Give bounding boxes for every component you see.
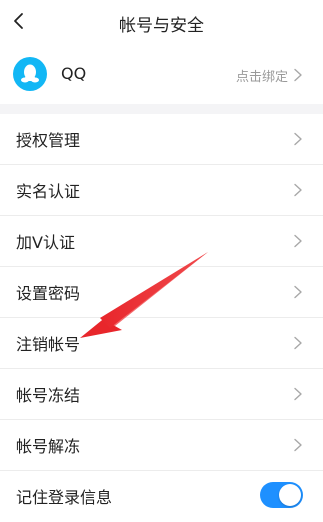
chevron-right-icon — [294, 132, 302, 146]
list-item-set-password[interactable]: 设置密码 — [0, 267, 323, 318]
security-settings-list: 授权管理 实名认证 加V认证 设置密码 注销帐号 帐号冻结 帐号解冻 记住登录信… — [0, 114, 323, 522]
chevron-right-icon — [294, 183, 302, 197]
list-item-authorization[interactable]: 授权管理 — [0, 114, 323, 165]
list-item-v-verification[interactable]: 加V认证 — [0, 216, 323, 267]
chevron-right-icon — [294, 438, 302, 452]
list-item-remember-login: 记住登录信息 — [0, 471, 323, 522]
list-item-label: 授权管理 — [16, 131, 81, 150]
header-bar: 帐号与安全 — [0, 0, 323, 44]
list-item-cancel-account[interactable]: 注销帐号 — [0, 318, 323, 369]
toggle-knob — [279, 484, 301, 506]
remember-login-toggle[interactable] — [260, 482, 303, 508]
bind-hint-text: 点击绑定 — [235, 70, 288, 85]
list-item-label: 实名认证 — [16, 182, 81, 201]
account-security-page: 帐号与安全 QQ 点击绑定 授权管理 实名认证 加V认证 设置密码 注销帐号 帐… — [0, 0, 323, 522]
list-item-label: 记住登录信息 — [16, 488, 113, 507]
qq-penguin-icon — [21, 64, 39, 83]
list-item-label: 帐号解冻 — [16, 437, 81, 456]
qq-account-label: QQ — [61, 64, 87, 83]
chevron-right-icon — [294, 234, 302, 248]
list-item-unfreeze-account[interactable]: 帐号解冻 — [0, 420, 323, 471]
chevron-left-icon — [14, 13, 23, 29]
list-item-real-name[interactable]: 实名认证 — [0, 165, 323, 216]
list-item-label: 加V认证 — [16, 233, 75, 252]
section-divider — [0, 104, 323, 114]
list-item-label: 设置密码 — [16, 284, 81, 303]
list-item-freeze-account[interactable]: 帐号冻结 — [0, 369, 323, 420]
chevron-right-icon — [294, 387, 302, 401]
list-item-label: 帐号冻结 — [16, 386, 81, 405]
chevron-right-icon — [294, 336, 302, 350]
back-button[interactable] — [4, 6, 34, 36]
qq-avatar — [13, 57, 47, 91]
page-title: 帐号与安全 — [119, 16, 204, 36]
chevron-right-icon — [294, 285, 302, 299]
chevron-right-icon — [294, 68, 302, 82]
qq-bind-row[interactable]: QQ 点击绑定 — [0, 52, 323, 98]
list-item-label: 注销帐号 — [16, 335, 81, 354]
